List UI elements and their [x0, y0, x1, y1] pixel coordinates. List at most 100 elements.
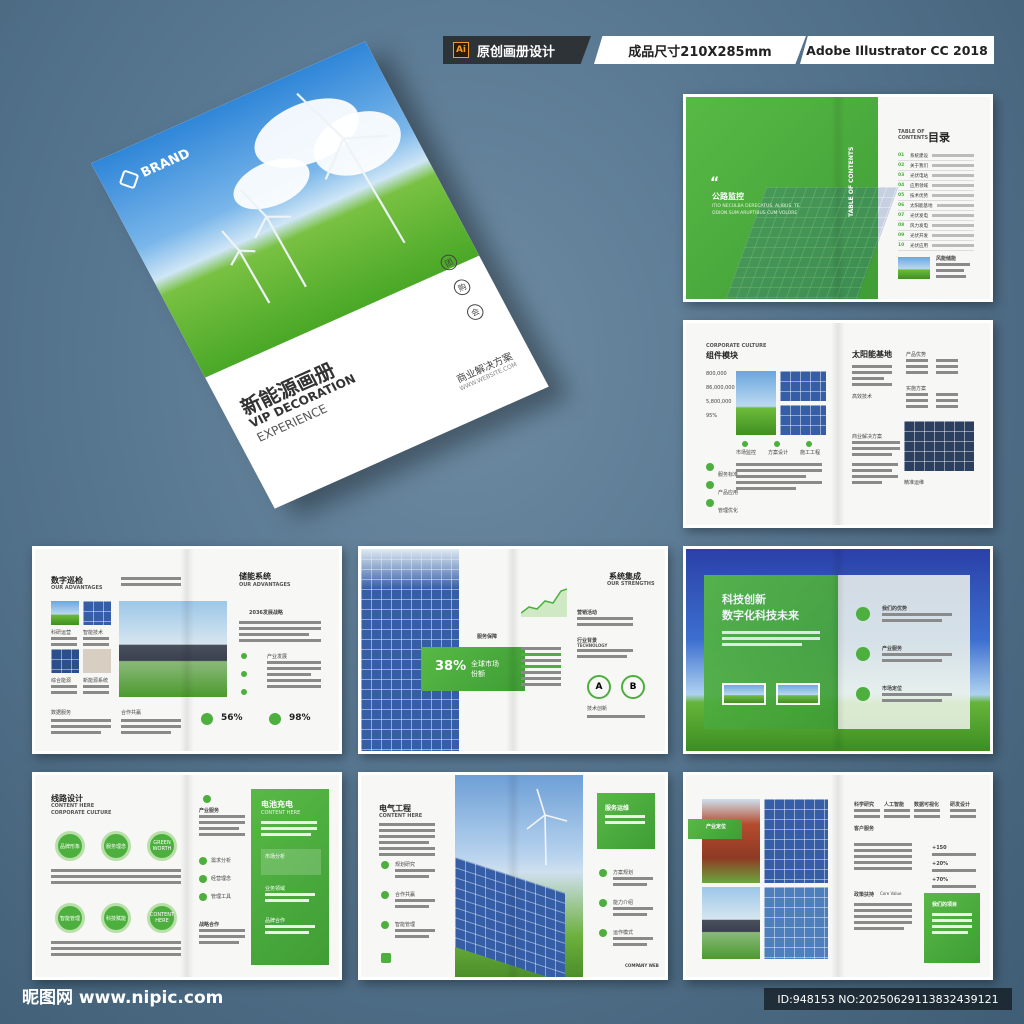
toc-quote-title: 公路监控	[712, 192, 744, 201]
toc-item-number: 07	[898, 213, 905, 218]
toc-item-label: 风力发电	[910, 223, 928, 229]
route-circle-2: 服务理念	[101, 831, 131, 861]
culture-photo-turbine	[736, 371, 776, 435]
route-mid-item-1: 需求分析	[211, 858, 232, 864]
route-sub-1: CONTENT HERE	[51, 803, 95, 809]
system-label-1: 营销活动	[577, 610, 598, 616]
system-circle-b: B	[621, 675, 645, 699]
toc-vertical-label: TABLE OF CONTENTS	[848, 146, 855, 217]
system-pct: 38%	[435, 659, 467, 674]
toc-quote-text: ITIO NECULBA DERECATUS. ALIBUS. TE ODION…	[712, 204, 800, 216]
products-photo-building	[702, 799, 760, 883]
toc-item-label: 光伏发电	[910, 213, 928, 219]
culture-photo-hand-solar	[904, 421, 974, 471]
culture-photo-solar-1	[780, 371, 826, 401]
products-tab-3: 数据可视化	[914, 802, 940, 808]
system-circle-a: A	[587, 675, 611, 699]
toc-item-leader	[932, 194, 974, 197]
products-photo-solar-roof	[764, 799, 828, 883]
watermark-text: 昵图网 www.nipic.com	[22, 988, 224, 1008]
system-service: 服务保障	[477, 634, 498, 640]
system-area-chart	[521, 588, 567, 617]
culture-label-3: 高效技术	[852, 394, 873, 400]
digital-pct-1: 56%	[221, 713, 243, 723]
route-sub-2: CORPORATE CULTURE	[51, 810, 112, 816]
culture-label-1: 产品优势	[906, 352, 927, 358]
culture-stat-4: 95%	[706, 413, 718, 419]
digital-label-4: 新能源系统	[83, 678, 109, 684]
culture-label-5: 精准运维	[904, 480, 925, 486]
toc-item-number: 04	[898, 183, 905, 188]
toc-item: 07 光伏发电	[898, 211, 974, 221]
route-panel-sub: CONTENT HERE	[261, 810, 301, 816]
digital-title-right: 储能系统	[239, 572, 271, 581]
culture-label-2: 实施方案	[906, 386, 927, 392]
route-circle-3: GREEN WORTH	[147, 831, 177, 861]
route-panel-title: 电池充电	[261, 800, 293, 809]
products-badge: 产业定位	[688, 819, 742, 839]
cover-page: BRAND 新能源画册 VIP DECORATION EXPERIENCE 团 …	[91, 41, 549, 509]
system-sub: OUR STRENGTHS	[607, 581, 655, 587]
power-sub: CONTENT HERE	[379, 813, 423, 819]
toc-eyebrow: TABLE OF CONTENTS	[898, 129, 929, 141]
cover-icon-3: 会	[464, 301, 487, 323]
toc-item-label: 技术优势	[910, 193, 928, 199]
toc-item: 09 光伏开发	[898, 231, 974, 241]
route-circle-6: CONTENT HERE	[147, 903, 177, 933]
system-label-4: 技术创新	[587, 706, 608, 712]
toc-item-number: 10	[898, 243, 905, 248]
toc-item: 10 光伏应用	[898, 241, 974, 251]
digital-photo-house	[119, 601, 227, 697]
digital-pct-2: 98%	[289, 713, 311, 723]
products-stat-3: +70%	[932, 877, 949, 883]
toc-item-label: 系统建设	[910, 153, 928, 159]
route-panel-item-1: 市场分析	[265, 854, 286, 860]
toc-item-number: 01	[898, 153, 905, 158]
illustrator-icon: Ai	[453, 42, 469, 58]
products-label: 政策扶持	[854, 892, 875, 898]
toc-item-label: 关于我们	[910, 163, 928, 169]
toc-item-number: 02	[898, 163, 905, 168]
products-photo-panels	[764, 887, 828, 959]
toc-item-number: 06	[898, 203, 905, 208]
digital-sub-left: OUR ADVANTAGES	[51, 585, 103, 591]
digital-label-6: 合作共赢	[121, 710, 142, 716]
toc-item-label: 光伏电站	[910, 173, 928, 179]
products-badge-text: 产业定位	[706, 824, 727, 830]
system-pct-label-2: 份额	[471, 670, 485, 678]
products-photo-house	[702, 887, 760, 959]
power-left-item-2: 合作共赢	[395, 892, 416, 898]
toc-item-number: 05	[898, 193, 905, 198]
route-circle-5: 科技赋能	[101, 903, 131, 933]
toc-item: 02 关于我们	[898, 161, 974, 171]
culture-mid-label-1: 市场监控	[736, 450, 757, 456]
power-left-item-3: 智能管理	[395, 922, 416, 928]
toc-item-leader	[932, 214, 974, 217]
software-label: Adobe Illustrator CC 2018	[806, 42, 988, 58]
spread-products: 产业定位 科学研究 人工智能 数据可视化 研发设计 客户服务 +150 +20%…	[683, 772, 993, 980]
toc-thumb-label: 风能储能	[936, 256, 957, 262]
products-label-sub: Core Value	[880, 891, 902, 896]
wind-turbines-graphic	[221, 92, 406, 304]
culture-stat-3: 5,800,000	[706, 399, 732, 405]
products-stat-1: +150	[932, 845, 947, 851]
power-green-box: 服务运维	[597, 793, 655, 849]
culture-eyebrow: CORPORATE CULTURE	[706, 343, 767, 349]
cover-icon-2: 购	[451, 276, 474, 298]
products-panel-title: 我们的项目	[932, 902, 958, 908]
spread-corporate-culture: CORPORATE CULTURE 组件模块 800,000 86,000,00…	[683, 320, 993, 528]
digital-label-1: 科研运营	[51, 630, 72, 636]
toc-item-label: 光伏应用	[910, 243, 928, 249]
toc-item-leader	[932, 164, 974, 167]
cover-photo-wind-farm: BRAND	[91, 41, 480, 378]
products-tab-4: 研发设计	[950, 802, 971, 808]
spread-system-integration: 38% 全球市场 份额 服务保障 系统集成 OUR STRENGTHS 营销活动…	[358, 546, 668, 754]
culture-photo-solar-2	[780, 405, 826, 435]
size-tag: 成品尺寸210X285mm	[594, 36, 806, 64]
route-mid-item-3: 管理工具	[211, 894, 232, 900]
original-design-label: 原创画册设计	[477, 44, 556, 60]
digital-label-3: 综合能源	[51, 678, 72, 684]
spread-table-of-contents: “ 公路监控 ITIO NECULBA DERECATUS. ALIBUS. T…	[683, 94, 993, 302]
route-circle-4: 智能管理	[55, 903, 85, 933]
toc-item: 08 风力发电	[898, 221, 974, 231]
